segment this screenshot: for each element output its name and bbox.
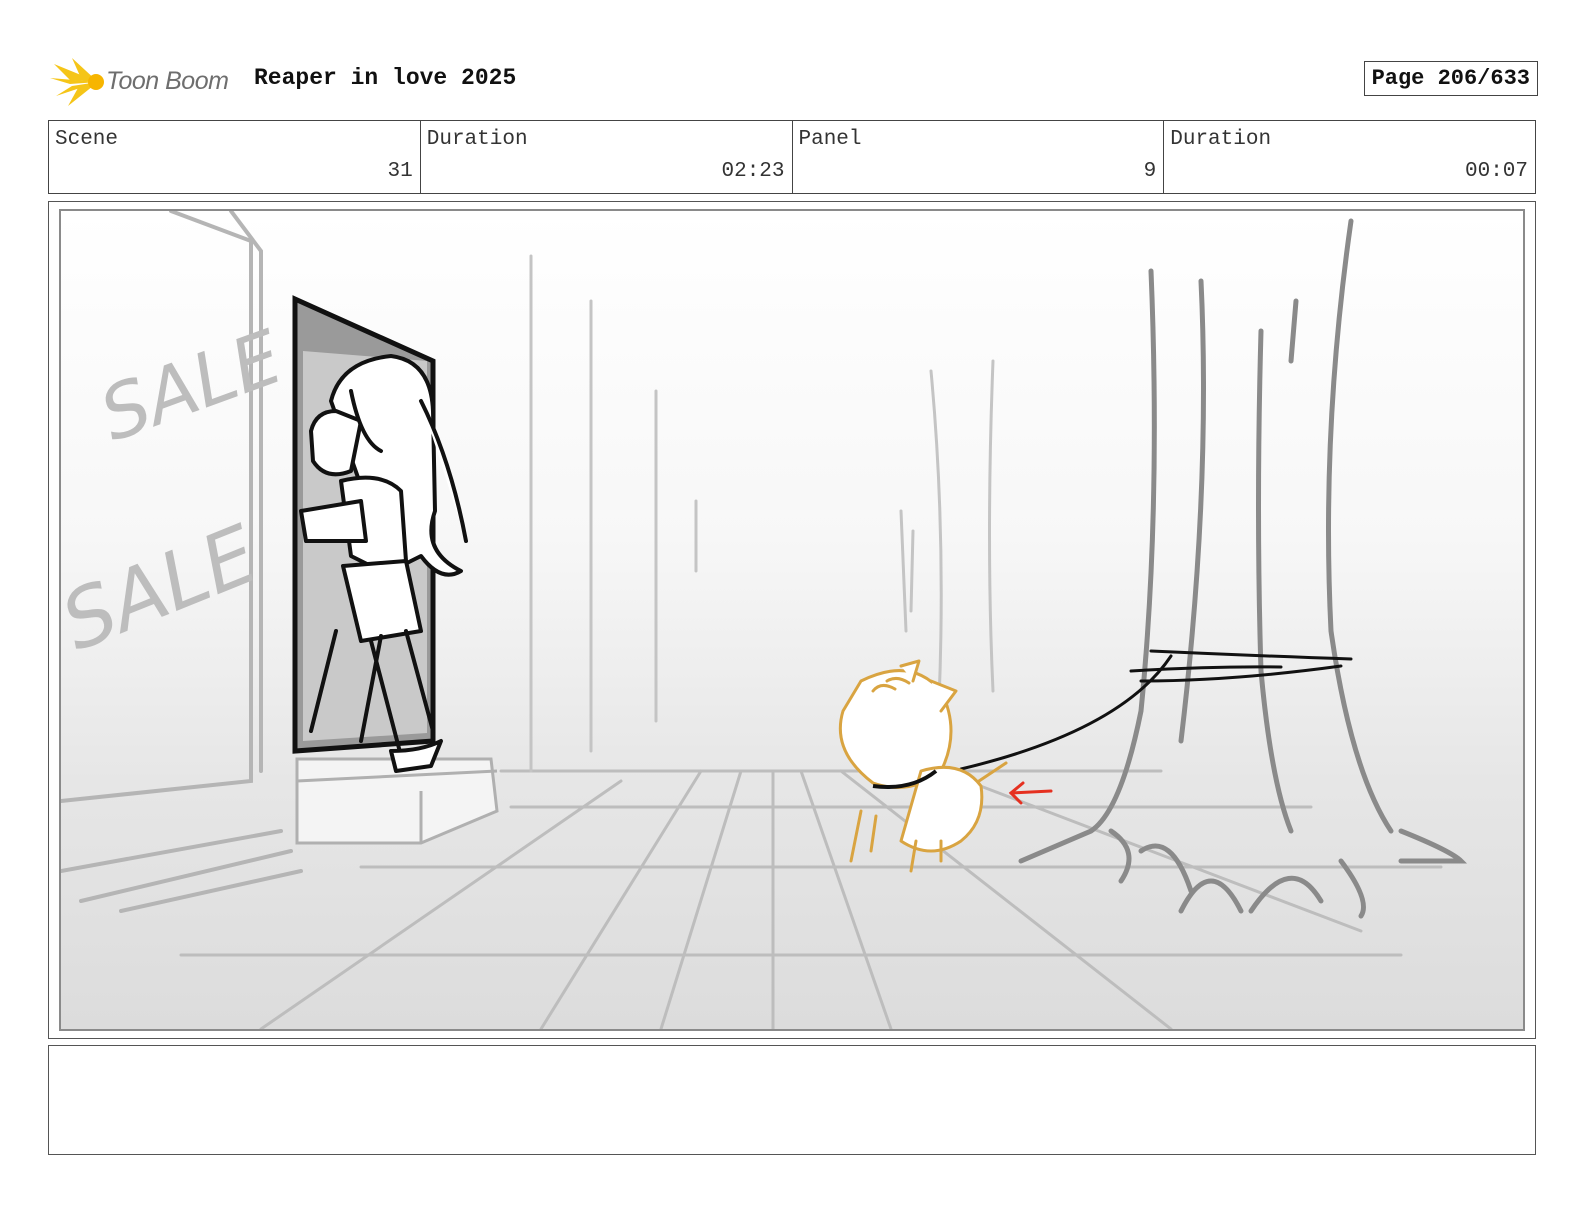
scene-duration-cell: Duration 02:23 xyxy=(421,121,793,193)
scene-cell: Scene 31 xyxy=(49,121,421,193)
starburst-icon xyxy=(50,58,104,106)
panel-cell: Panel 9 xyxy=(793,121,1165,193)
motion-arrow xyxy=(1008,781,1053,805)
panel-duration-value: 00:07 xyxy=(1464,160,1528,183)
dog-character xyxy=(838,659,1008,873)
panel-duration-label: Duration xyxy=(1170,128,1272,151)
scene-value: 31 xyxy=(387,160,413,183)
panel-label: Panel xyxy=(798,128,862,151)
toon-boom-logo: Toon Boom xyxy=(50,56,240,108)
scene-label: Scene xyxy=(55,128,119,151)
sale-sign-text: SALE SALE xyxy=(61,314,293,669)
scene-duration-value: 02:23 xyxy=(721,160,785,183)
sketch-canvas: SALE SALE xyxy=(61,211,1468,1029)
page-counter: Page 206/633 xyxy=(1363,61,1538,96)
scene-duration-label: Duration xyxy=(426,128,528,151)
storyboard-header: Toon Boom Reaper in love 2025 Page 206/6… xyxy=(48,52,1538,108)
panel-duration-cell: Duration 00:07 xyxy=(1164,121,1535,193)
panel-info-table: Scene 31 Duration 02:23 Panel 9 Duration… xyxy=(48,120,1536,194)
storyboard-drawing: SALE SALE xyxy=(59,209,1525,1031)
project-title: Reaper in love 2025 xyxy=(254,65,517,91)
brand-name: Toon Boom xyxy=(106,67,229,95)
panel-notes-box xyxy=(48,1045,1536,1155)
leash xyxy=(959,649,1353,771)
panel-value: 9 xyxy=(1143,160,1157,183)
tree-trunk xyxy=(1018,218,1468,919)
svg-text:SALE: SALE xyxy=(61,507,270,669)
storyboard-panel-frame: SALE SALE xyxy=(48,201,1536,1039)
